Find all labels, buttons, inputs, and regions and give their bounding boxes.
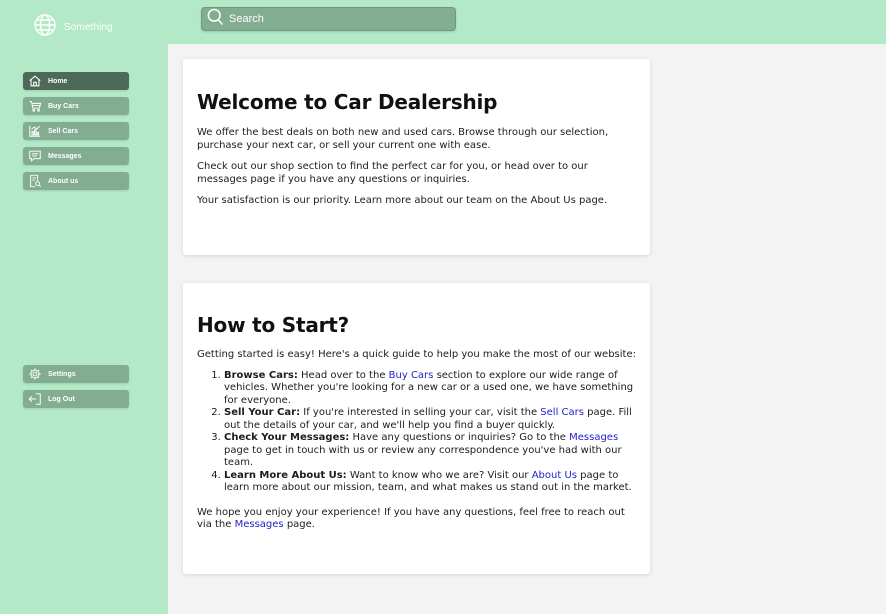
how-to-start-card: How to Start? Getting started is easy! H… [183, 283, 650, 574]
step-text: Head over to the [297, 369, 389, 381]
sidebar-item-log-out[interactable]: Log Out [23, 390, 129, 408]
step-title: Learn More About Us: [224, 469, 347, 481]
sidebar-item-messages[interactable]: Messages [23, 147, 129, 165]
step-text: If you're interested in selling your car… [300, 407, 541, 418]
step-text: Want to know who we are? Visit our [346, 469, 532, 481]
sell-cars-link[interactable]: Sell Cars [540, 407, 584, 418]
sidebar-item-label: Buy Cars [48, 102, 79, 110]
buy-cars-link[interactable]: Buy Cars [389, 370, 434, 381]
sidebar-item-home[interactable]: Home [23, 72, 129, 90]
welcome-paragraph: We offer the best deals on both new and … [197, 127, 609, 151]
brand-name: Something [64, 22, 113, 33]
sidebar-item-label: Home [48, 77, 68, 85]
message-icon [28, 149, 42, 163]
list-item: Check Your Messages: Have any questions … [224, 432, 636, 470]
cart-icon [28, 99, 42, 113]
gear-icon [28, 367, 42, 381]
step-text: page to get in touch with us or review a… [224, 444, 622, 469]
sidebar-item-label: About us [48, 177, 79, 185]
sidebar-item-settings[interactable]: Settings [23, 365, 129, 383]
sidebar-item-buy-cars[interactable]: Buy Cars [23, 97, 129, 115]
welcome-title: Welcome to Car Dealership [197, 90, 498, 114]
search-icon [202, 7, 225, 32]
sidebar: Home Buy Cars Sell Cars Messages About u… [0, 44, 168, 614]
list-item: Browse Cars: Head over to the Buy Cars s… [224, 370, 636, 408]
sidebar-item-sell-cars[interactable]: Sell Cars [23, 122, 129, 140]
outro-text: page. [283, 519, 315, 530]
step-text: Have any questions or inquiries? Go to t… [349, 432, 570, 443]
outro-paragraph: We hope you enjoy your experience! If yo… [197, 507, 636, 532]
logout-icon [28, 392, 42, 406]
step-title: Check Your Messages: [224, 432, 350, 443]
step-title: Sell Your Car: [224, 407, 301, 418]
brand[interactable]: Something [33, 13, 113, 42]
list-item: Sell Your Car: If you're interested in s… [224, 407, 636, 432]
globe-icon [33, 13, 57, 42]
messages-link[interactable]: Messages [235, 519, 284, 530]
list-item: Learn More About Us: Want to know who we… [224, 470, 636, 495]
sidebar-item-label: Sell Cars [48, 127, 78, 135]
home-icon [28, 74, 42, 88]
sidebar-item-label: Messages [48, 152, 82, 160]
welcome-card: Welcome to Car Dealership We offer the b… [183, 59, 650, 255]
sidebar-item-about-us[interactable]: About us [23, 172, 129, 190]
sidebar-item-label: Settings [48, 370, 76, 378]
search-input[interactable] [229, 13, 449, 25]
top-header: Something [0, 0, 886, 44]
steps-list: Browse Cars: Head over to the Buy Cars s… [197, 370, 636, 495]
welcome-paragraph: Check out our shop section to find the p… [197, 161, 588, 185]
messages-link[interactable]: Messages [569, 432, 618, 443]
chart-icon [28, 124, 42, 138]
document-search-icon [28, 174, 42, 188]
about-us-link[interactable]: About Us [532, 470, 577, 481]
step-title: Browse Cars: [224, 369, 298, 381]
sidebar-item-label: Log Out [48, 395, 75, 403]
intro-paragraph: Getting started is easy! Here's a quick … [197, 349, 636, 360]
search-bar[interactable] [201, 7, 456, 31]
welcome-paragraph: Your satisfaction is our priority. Learn… [197, 195, 608, 206]
how-to-start-title: How to Start? [197, 313, 350, 337]
